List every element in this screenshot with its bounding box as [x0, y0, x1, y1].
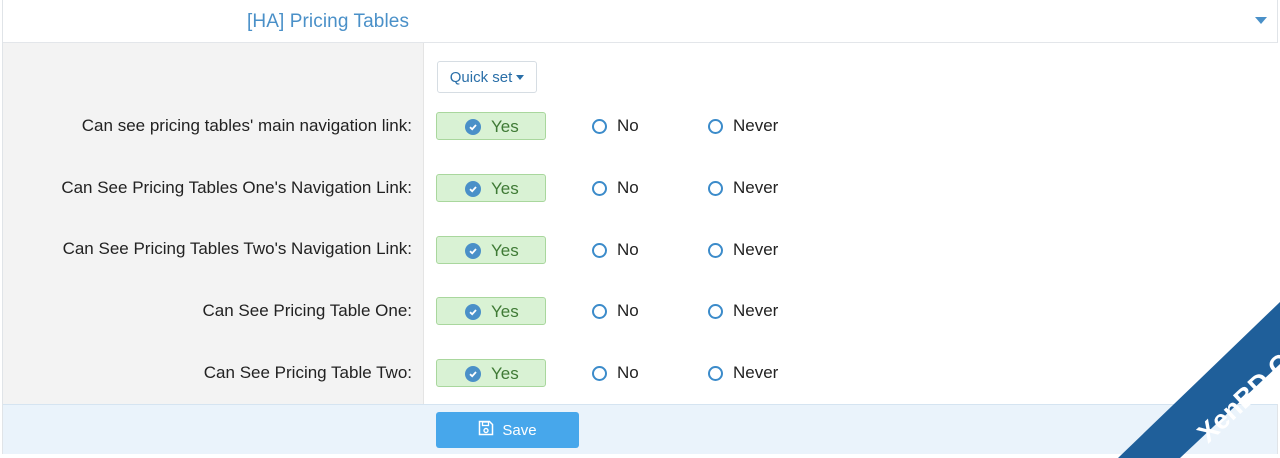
save-button[interactable]: Save [436, 412, 579, 448]
radio-icon [592, 242, 607, 258]
option-no[interactable]: No [592, 236, 639, 264]
permission-label: Can see pricing tables' main navigation … [81, 116, 412, 135]
option-no-label: No [617, 240, 639, 259]
permission-label: Can See Pricing Table One: [202, 301, 412, 320]
save-button-label: Save [502, 421, 537, 439]
option-never-label: Never [733, 116, 779, 135]
option-no[interactable]: No [592, 359, 639, 387]
option-yes-label: Yes [491, 117, 519, 136]
permission-label: Can See Pricing Tables One's Navigation … [61, 178, 412, 197]
option-never[interactable]: Never [708, 236, 778, 264]
option-no-label: No [617, 116, 639, 135]
caret-down-icon[interactable] [1255, 17, 1267, 24]
option-never-label: Never [733, 301, 779, 320]
option-yes-label: Yes [491, 179, 519, 198]
option-no[interactable]: No [592, 112, 639, 140]
quick-set-label: Quick set [449, 68, 513, 86]
option-never-label: Never [733, 363, 779, 382]
option-no-label: No [617, 301, 639, 320]
option-yes[interactable]: Yes [436, 112, 546, 140]
option-never[interactable]: Never [708, 112, 778, 140]
option-no-label: No [617, 178, 639, 197]
option-yes-label: Yes [491, 364, 519, 383]
radio-icon [592, 180, 607, 196]
option-no-label: No [617, 363, 639, 382]
check-circle-icon [465, 366, 481, 382]
option-yes[interactable]: Yes [436, 174, 546, 202]
radio-icon [708, 242, 723, 258]
radio-icon [708, 365, 723, 381]
option-no[interactable]: No [592, 174, 639, 202]
option-yes[interactable]: Yes [436, 359, 546, 387]
option-never-label: Never [733, 240, 779, 259]
radio-icon [708, 118, 723, 134]
check-circle-icon [465, 119, 481, 135]
check-circle-icon [465, 243, 481, 259]
check-circle-icon [465, 304, 481, 320]
check-circle-icon [465, 181, 481, 197]
radio-icon [592, 303, 607, 319]
chevron-down-icon [516, 74, 525, 80]
option-yes[interactable]: Yes [436, 236, 546, 264]
option-yes-label: Yes [491, 241, 519, 260]
section-title: [HA] Pricing Tables [247, 11, 410, 32]
radio-icon [708, 180, 723, 196]
option-yes-label: Yes [491, 302, 519, 321]
option-no[interactable]: No [592, 297, 639, 325]
option-never[interactable]: Never [708, 174, 778, 202]
option-yes[interactable]: Yes [436, 297, 546, 325]
floppy-disk-icon [478, 420, 494, 440]
option-never[interactable]: Never [708, 359, 778, 387]
watermark-ribbon: XenBD.Com [1080, 298, 1280, 458]
permission-label: Can See Pricing Tables Two's Navigation … [62, 239, 412, 258]
quick-set-dropdown[interactable]: Quick set [437, 61, 537, 93]
option-never[interactable]: Never [708, 297, 778, 325]
radio-icon [708, 303, 723, 319]
option-never-label: Never [733, 178, 779, 197]
labels-column: Can see pricing tables' main navigation … [3, 43, 424, 404]
section-header[interactable]: [HA] Pricing Tables [3, 0, 1277, 43]
permission-label: Can See Pricing Table Two: [203, 363, 412, 382]
radio-icon [592, 118, 607, 134]
radio-icon [592, 365, 607, 381]
